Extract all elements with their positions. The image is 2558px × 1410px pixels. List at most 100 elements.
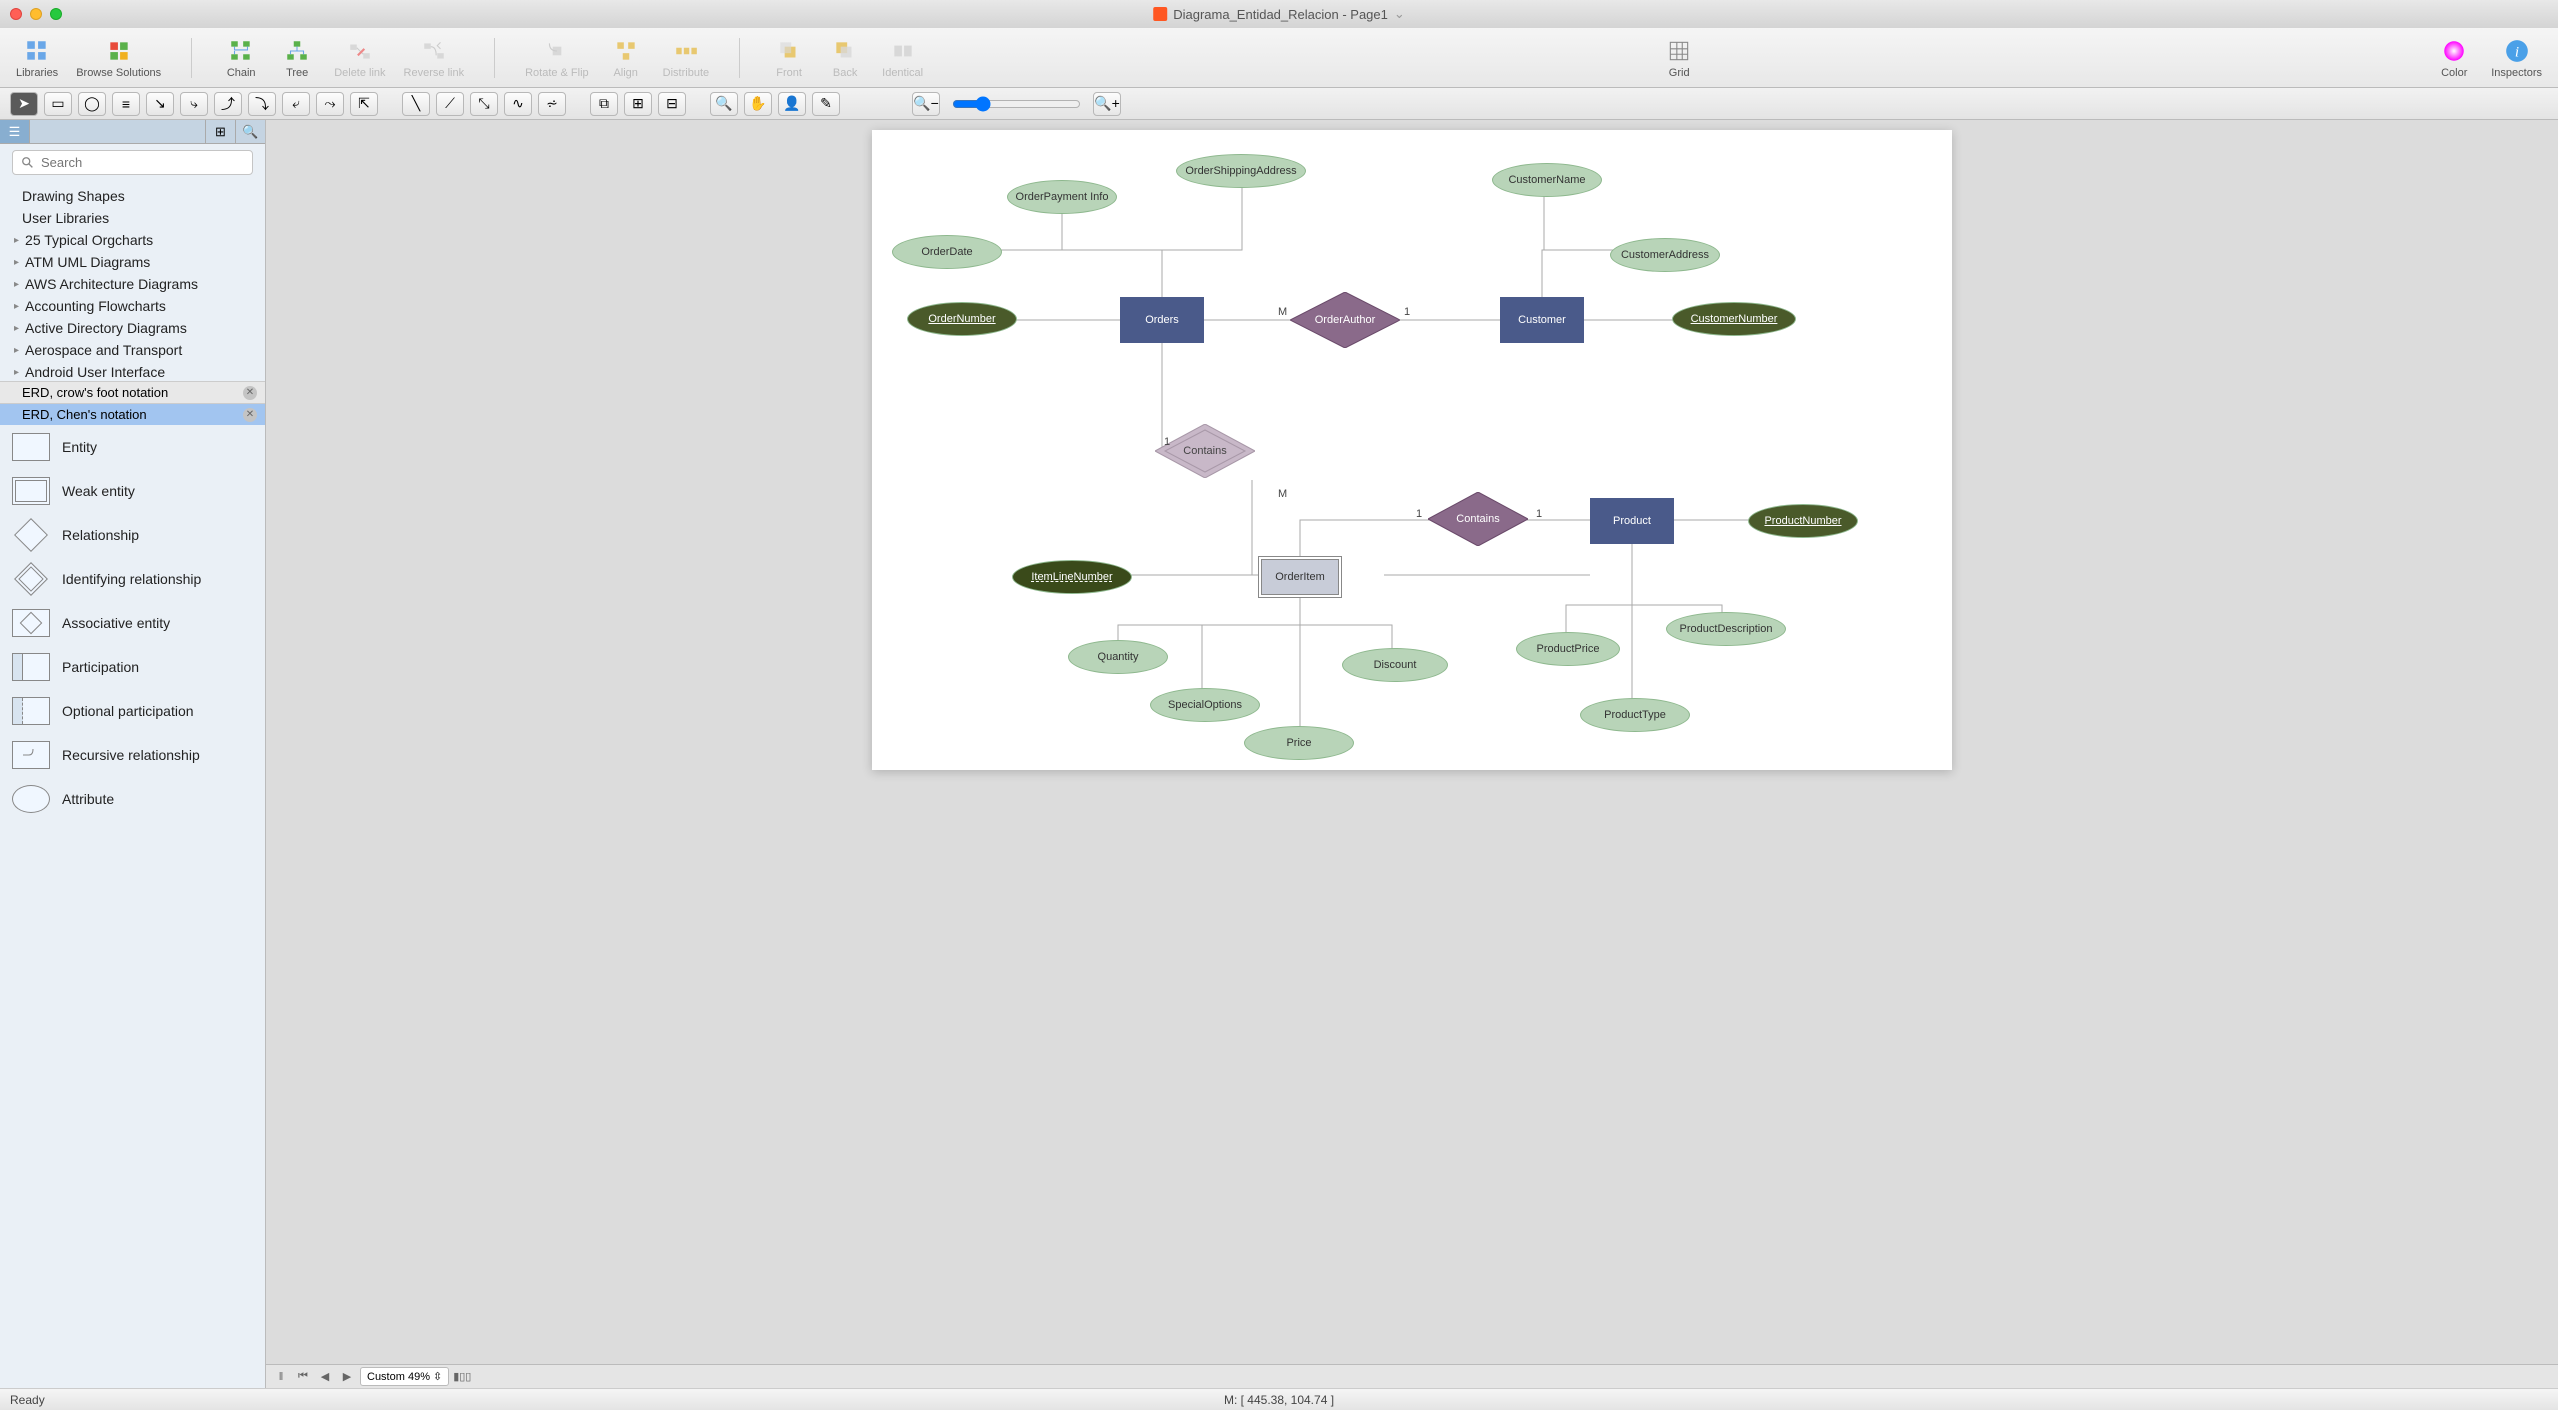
connector5-button[interactable]: ⤶ <box>282 92 310 116</box>
shape-palette: Entity Weak entity Relationship Identify… <box>0 425 265 1388</box>
attr-productdescription[interactable]: ProductDescription <box>1666 612 1786 646</box>
entity-orders[interactable]: Orders <box>1120 297 1204 343</box>
rel-orderauthor[interactable]: OrderAuthor <box>1290 292 1400 348</box>
pencil-button[interactable]: ✎ <box>812 92 840 116</box>
libraries-button[interactable]: Libraries <box>10 35 64 81</box>
rel-contains2[interactable]: Contains <box>1428 492 1528 546</box>
lib-item[interactable]: ATM UML Diagrams <box>0 251 265 273</box>
line3-button[interactable]: ⤡ <box>470 92 498 116</box>
connector1-button[interactable]: ↘ <box>146 92 174 116</box>
line2-button[interactable]: ⟋ <box>436 92 464 116</box>
zoom-tool-button[interactable]: 🔍 <box>710 92 738 116</box>
ellipse-tool-button[interactable]: ◯ <box>78 92 106 116</box>
zoom-dropdown[interactable]: Custom 49% ⇳ <box>360 1367 449 1386</box>
lib-item[interactable]: Active Directory Diagrams <box>0 317 265 339</box>
connector6-button[interactable]: ⤳ <box>316 92 344 116</box>
color-icon <box>2440 37 2468 65</box>
close-icon[interactable]: ✕ <box>243 386 257 400</box>
lib-item[interactable]: Android User Interface <box>0 361 265 381</box>
line4-button[interactable]: ∿ <box>504 92 532 116</box>
sidebar-tab-search[interactable]: 🔍 <box>235 120 265 143</box>
connector2-button[interactable]: ⤷ <box>180 92 208 116</box>
color-button[interactable]: Color <box>2429 35 2479 81</box>
canvas-page[interactable]: OrderDate OrderPayment Info OrderShippin… <box>872 130 1952 770</box>
attr-customername[interactable]: CustomerName <box>1492 163 1602 197</box>
chevron-down-icon[interactable]: ⌄ <box>1394 6 1405 22</box>
library-tree[interactable]: Drawing Shapes User Libraries 25 Typical… <box>0 181 265 381</box>
attr-quantity[interactable]: Quantity <box>1068 640 1168 674</box>
search-input[interactable] <box>12 150 253 175</box>
attr-customernumber[interactable]: CustomerNumber <box>1672 302 1796 336</box>
lib-item[interactable]: Aerospace and Transport <box>0 339 265 361</box>
lib-item[interactable]: Accounting Flowcharts <box>0 295 265 317</box>
zoom-in-button[interactable]: 🔍+ <box>1093 92 1121 116</box>
palette-entity[interactable]: Entity <box>0 425 265 469</box>
attr-ordernumber[interactable]: OrderNumber <box>907 302 1017 336</box>
palette-identifying-relationship[interactable]: Identifying relationship <box>0 557 265 601</box>
lib-item[interactable]: AWS Architecture Diagrams <box>0 273 265 295</box>
close-window-button[interactable] <box>10 8 22 20</box>
page-indicator[interactable]: ▮▯▯ <box>453 1368 471 1386</box>
palette-participation[interactable]: Participation <box>0 645 265 689</box>
prev-page-button[interactable]: ◀ <box>316 1368 334 1386</box>
palette-attribute[interactable]: Attribute <box>0 777 265 821</box>
lib-tab-crow[interactable]: ERD, crow's foot notation ✕ <box>0 381 265 403</box>
canvas-scroll[interactable]: OrderDate OrderPayment Info OrderShippin… <box>266 120 2558 1364</box>
chain-button[interactable]: Chain <box>216 35 266 81</box>
tree-button[interactable]: Tree <box>272 35 322 81</box>
lib-item[interactable]: User Libraries <box>0 207 265 229</box>
eyedropper-button[interactable]: 👤 <box>778 92 806 116</box>
align-label: Align <box>613 67 637 79</box>
inspectors-icon: i <box>2503 37 2531 65</box>
status-ready: Ready <box>10 1393 45 1407</box>
connector4-button[interactable]: ⤵ <box>248 92 276 116</box>
palette-weak-entity[interactable]: Weak entity <box>0 469 265 513</box>
text-tool-button[interactable]: ≡ <box>112 92 140 116</box>
palette-recursive-relationship[interactable]: Recursive relationship <box>0 733 265 777</box>
minimize-window-button[interactable] <box>30 8 42 20</box>
attr-customeraddress[interactable]: CustomerAddress <box>1610 238 1720 272</box>
rel-contains1[interactable]: Contains <box>1155 424 1255 478</box>
maximize-window-button[interactable] <box>50 8 62 20</box>
pointer-tool-button[interactable]: ➤ <box>10 92 38 116</box>
entity-orderitem[interactable]: OrderItem <box>1258 556 1342 598</box>
connector3-button[interactable]: ⤴ <box>214 92 242 116</box>
connector7-button[interactable]: ⇱ <box>350 92 378 116</box>
attr-discount[interactable]: Discount <box>1342 648 1448 682</box>
attr-itemlinenumber[interactable]: ItemLineNumber <box>1012 560 1132 594</box>
attr-orderdate[interactable]: OrderDate <box>892 235 1002 269</box>
zoom-slider[interactable] <box>952 96 1081 112</box>
attr-price[interactable]: Price <box>1244 726 1354 760</box>
attr-productprice[interactable]: ProductPrice <box>1516 632 1620 666</box>
close-icon[interactable]: ✕ <box>243 408 257 422</box>
palette-associative-entity[interactable]: Associative entity <box>0 601 265 645</box>
attr-productnumber[interactable]: ProductNumber <box>1748 504 1858 538</box>
group2-button[interactable]: ⊞ <box>624 92 652 116</box>
lib-item[interactable]: Drawing Shapes <box>0 185 265 207</box>
rect-tool-button[interactable]: ▭ <box>44 92 72 116</box>
entity-customer[interactable]: Customer <box>1500 297 1584 343</box>
lib-tab-chen[interactable]: ERD, Chen's notation ✕ <box>0 403 265 425</box>
pan-tool-button[interactable]: ✋ <box>744 92 772 116</box>
attr-ordershipping[interactable]: OrderShippingAddress <box>1176 154 1306 188</box>
inspectors-button[interactable]: i Inspectors <box>2485 35 2548 81</box>
palette-optional-participation[interactable]: Optional participation <box>0 689 265 733</box>
next-page-button[interactable]: ▶ <box>338 1368 356 1386</box>
attr-orderpayment[interactable]: OrderPayment Info <box>1007 180 1117 214</box>
lib-item[interactable]: 25 Typical Orgcharts <box>0 229 265 251</box>
attr-specialoptions[interactable]: SpecialOptions <box>1150 688 1260 722</box>
zoom-out-button[interactable]: 🔍− <box>912 92 940 116</box>
line1-button[interactable]: ╲ <box>402 92 430 116</box>
sidebar-tab-shapes[interactable]: ☰ <box>0 120 30 143</box>
sidebar-tab-grid[interactable]: ⊞ <box>205 120 235 143</box>
browse-solutions-button[interactable]: Browse Solutions <box>70 35 167 81</box>
first-page-button[interactable]: ⏮ <box>294 1368 312 1386</box>
grid-button[interactable]: Grid <box>1654 35 1704 81</box>
line5-button[interactable]: ⩫ <box>538 92 566 116</box>
attr-producttype[interactable]: ProductType <box>1580 698 1690 732</box>
group1-button[interactable]: ⧉ <box>590 92 618 116</box>
palette-relationship[interactable]: Relationship <box>0 513 265 557</box>
group3-button[interactable]: ⊟ <box>658 92 686 116</box>
collapse-button[interactable]: ‖ <box>272 1368 290 1386</box>
entity-product[interactable]: Product <box>1590 498 1674 544</box>
